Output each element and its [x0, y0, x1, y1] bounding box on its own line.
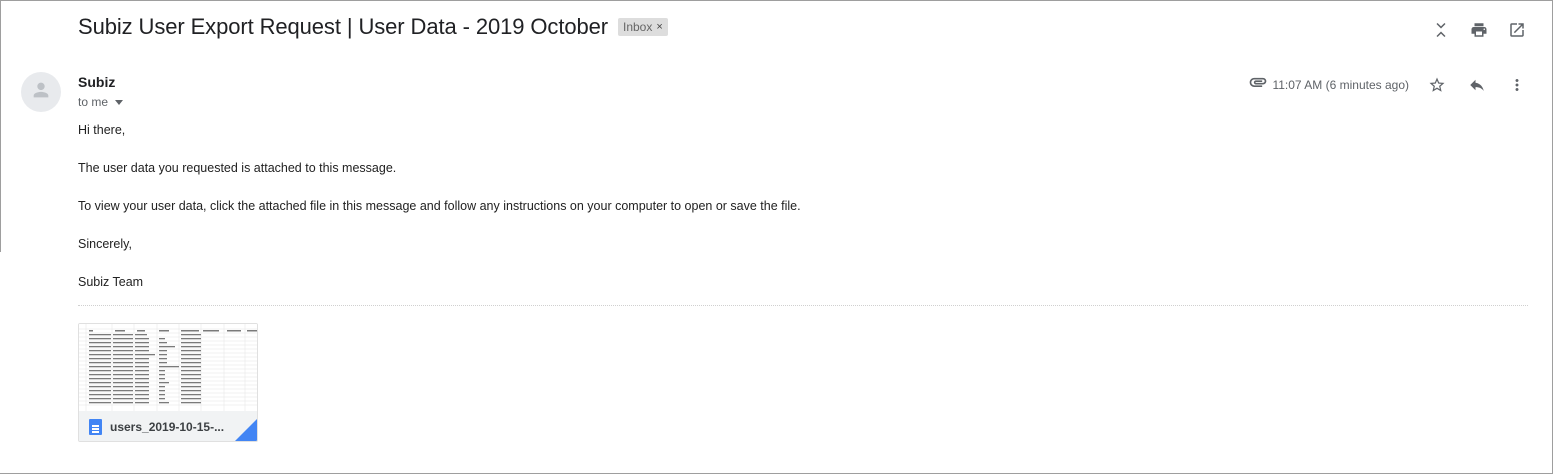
more-vert-icon[interactable]: [1507, 75, 1527, 95]
attachment-card[interactable]: users_2019-10-15-...: [78, 323, 258, 442]
body-signature: Subiz Team: [78, 275, 144, 289]
reply-icon[interactable]: [1467, 75, 1487, 95]
sender-avatar[interactable]: [21, 72, 61, 112]
inbox-label-text: Inbox: [622, 20, 653, 34]
remove-label-icon[interactable]: ×: [656, 21, 662, 33]
top-actions: [1431, 20, 1527, 40]
body-line-1: The user data you requested is attached …: [78, 161, 397, 175]
message-meta: 11:07 AM (6 minutes ago): [1248, 72, 1527, 97]
attachment-icon: [1248, 72, 1268, 97]
recipient-details-toggle[interactable]: to me: [78, 95, 124, 109]
file-corner-fold-icon: [235, 419, 257, 441]
attachment-thumbnail: [79, 324, 257, 411]
inbox-label-chip[interactable]: Inbox ×: [617, 18, 668, 36]
frame-left-edge: [0, 0, 1, 252]
email-subject: Subiz User Export Request | User Data - …: [78, 14, 608, 39]
body-closing: Sincerely,: [78, 237, 132, 251]
attachment-filename: users_2019-10-15-...: [110, 420, 225, 434]
open-in-new-window-icon[interactable]: [1507, 20, 1527, 40]
body-line-2: To view your user data, click the attach…: [78, 199, 801, 213]
google-sheets-doc-icon: [89, 419, 102, 435]
recipient-text: to me: [78, 95, 109, 109]
attachment-footer: users_2019-10-15-...: [79, 411, 257, 441]
chevron-down-icon: [115, 99, 124, 105]
print-icon[interactable]: [1469, 20, 1489, 40]
message-timestamp: 11:07 AM (6 minutes ago): [1272, 77, 1409, 92]
sender-name[interactable]: Subiz: [78, 74, 115, 90]
spreadsheet-preview-image: [79, 324, 257, 411]
attachments-divider: [78, 305, 1528, 306]
expand-collapse-icon[interactable]: [1431, 20, 1451, 40]
star-icon[interactable]: [1427, 75, 1447, 95]
subject-row: Subiz User Export Request | User Data - …: [78, 14, 668, 40]
body-greeting: Hi there,: [78, 123, 126, 137]
default-avatar-icon: [30, 79, 52, 106]
